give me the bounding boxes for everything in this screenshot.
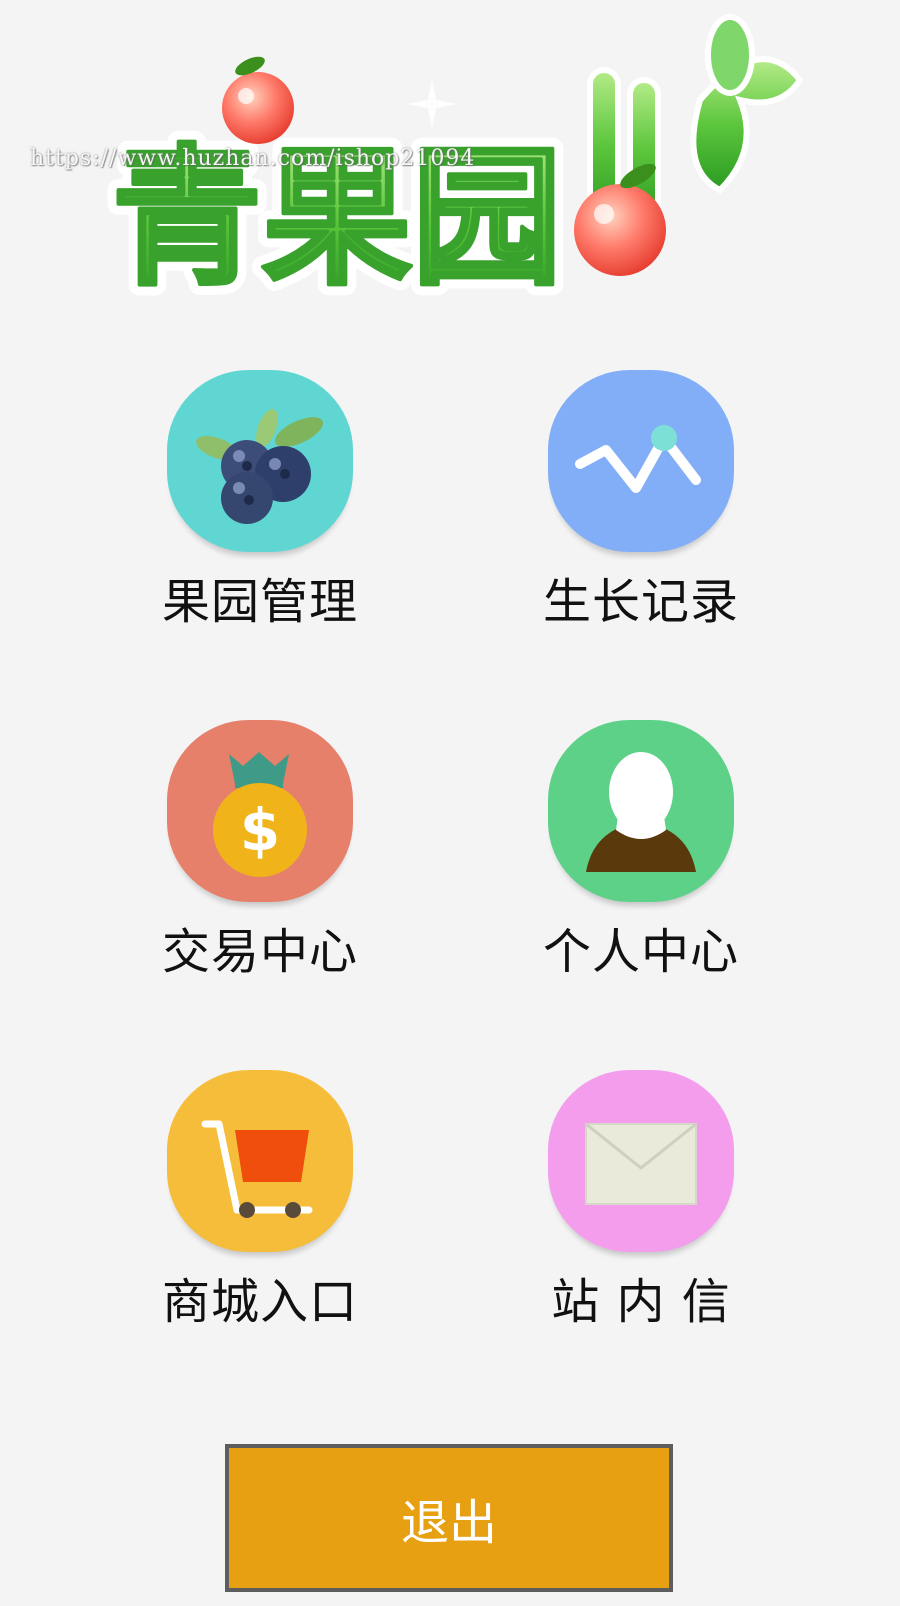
menu-item-label: 站 内 信 (551, 1274, 731, 1330)
menu-item-label: 果园管理 (161, 574, 358, 630)
person-icon (548, 720, 734, 902)
money-bag-icon: $ (167, 720, 353, 902)
shopping-cart-icon (167, 1070, 353, 1252)
mail-icon (548, 1070, 734, 1252)
menu-item-mall-entrance[interactable]: 商城入口 (140, 1070, 380, 1330)
menu-item-trade-center[interactable]: $ 交易中心 (140, 720, 380, 980)
menu-item-orchard-management[interactable]: 果园管理 (140, 370, 380, 630)
exit-button-label: 退出 (400, 1495, 497, 1551)
blueberry-icon (167, 370, 353, 552)
menu-item-inbox[interactable]: 站 内 信 (521, 1070, 761, 1330)
menu-item-label: 交易中心 (161, 924, 358, 980)
watermark-text: https://www.huzhan.com/ishop21094 (30, 146, 476, 171)
menu-item-label: 商城入口 (161, 1274, 358, 1330)
menu-item-label: 个人中心 (542, 924, 739, 980)
menu-item-personal-center[interactable]: 个人中心 (521, 720, 761, 980)
exit-button[interactable]: 退出 (225, 1444, 673, 1592)
app-logo: 青果园 青果园 https://www.huzhan.com/ishop2109… (0, 0, 900, 320)
svg-text:$: $ (240, 796, 280, 864)
line-chart-icon (548, 370, 734, 552)
menu-item-label: 生长记录 (542, 574, 739, 630)
peach-icon (222, 56, 294, 144)
menu-item-growth-record[interactable]: 生长记录 (521, 370, 761, 630)
